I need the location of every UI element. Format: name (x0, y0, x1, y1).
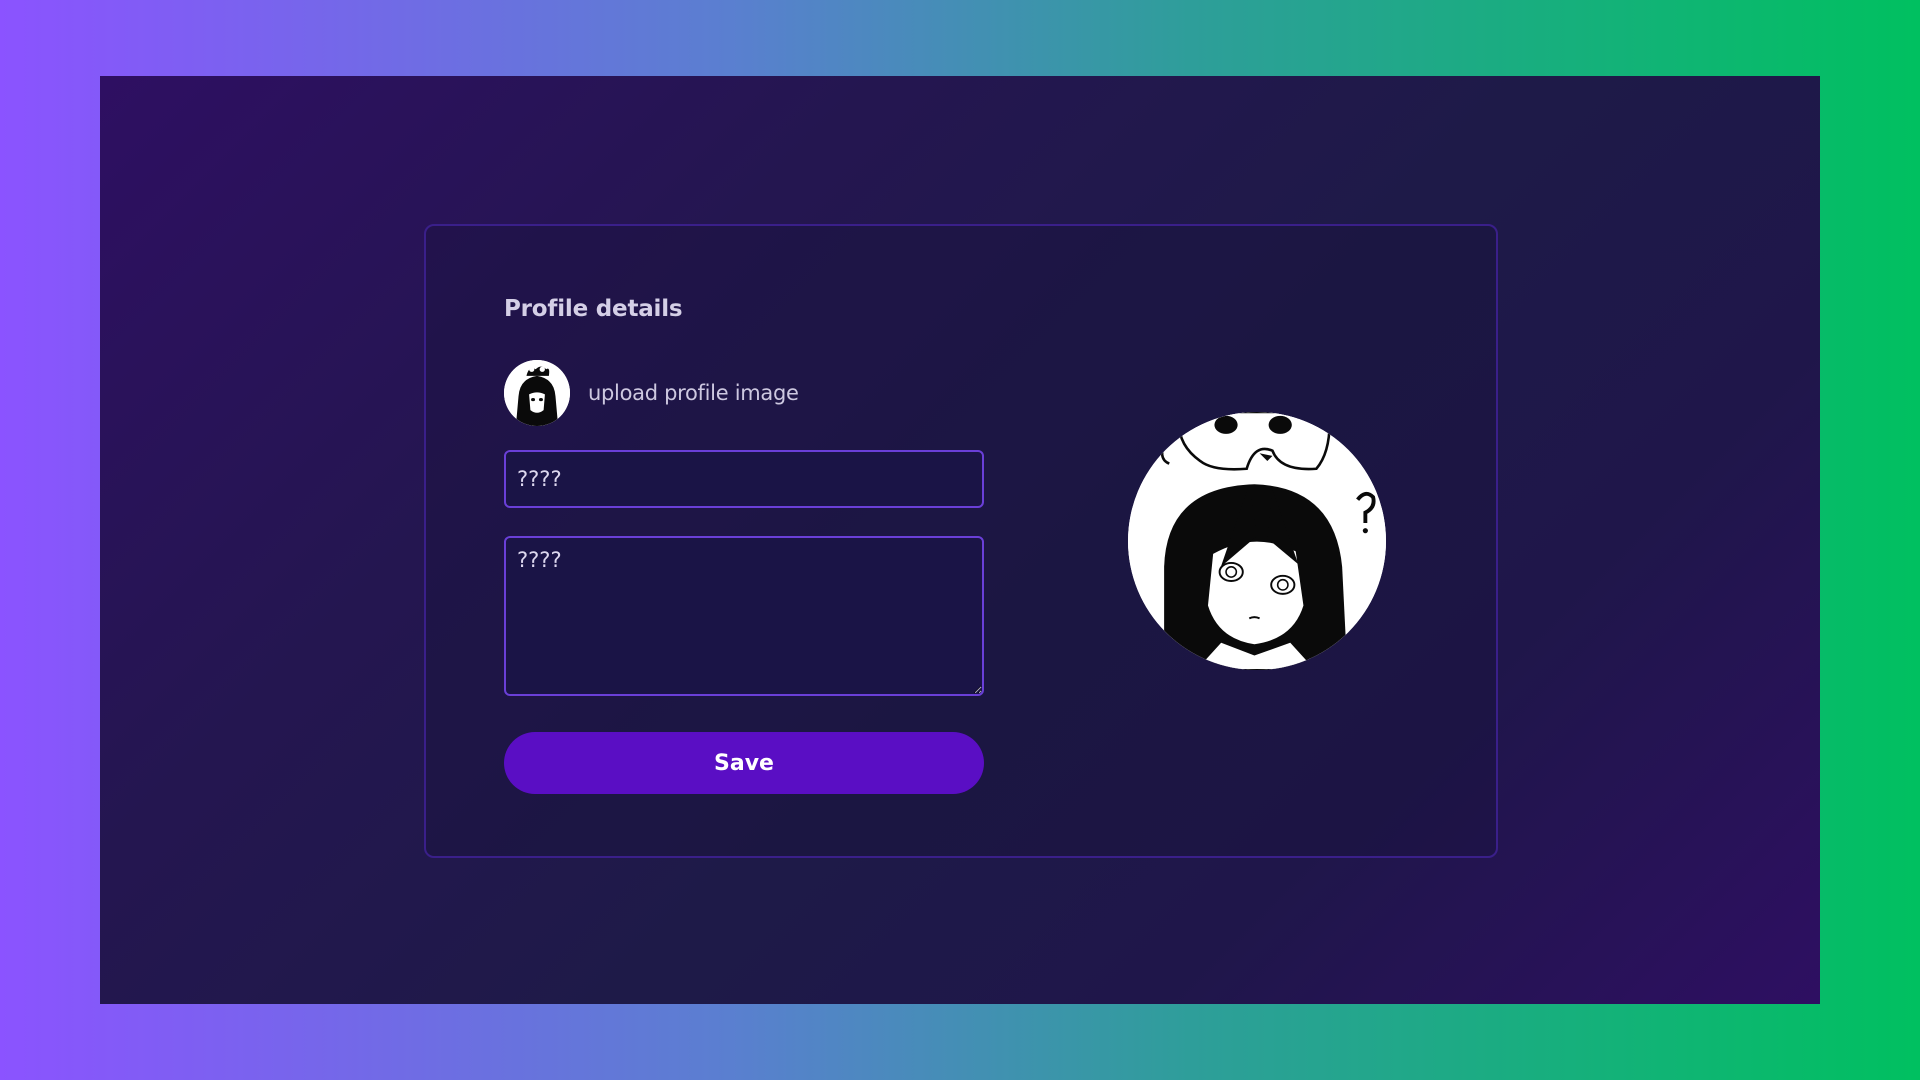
app-stage: Profile details upload profile image ???… (100, 76, 1820, 1004)
upload-profile-image-button[interactable]: upload profile image (504, 360, 799, 426)
profile-avatar-preview (1128, 412, 1386, 670)
profile-card: Profile details upload profile image ???… (424, 224, 1498, 858)
name-input[interactable] (504, 450, 984, 508)
avatar-thumbnail-icon (504, 360, 570, 426)
bio-textarea[interactable] (504, 536, 984, 696)
profile-thumbnail[interactable] (504, 360, 570, 426)
save-button[interactable]: Save (504, 732, 984, 794)
upload-profile-image-label: upload profile image (588, 381, 799, 405)
page-background: Profile details upload profile image ???… (0, 0, 1920, 1080)
profile-avatar-image (1128, 412, 1386, 670)
page-title: Profile details (504, 296, 683, 322)
